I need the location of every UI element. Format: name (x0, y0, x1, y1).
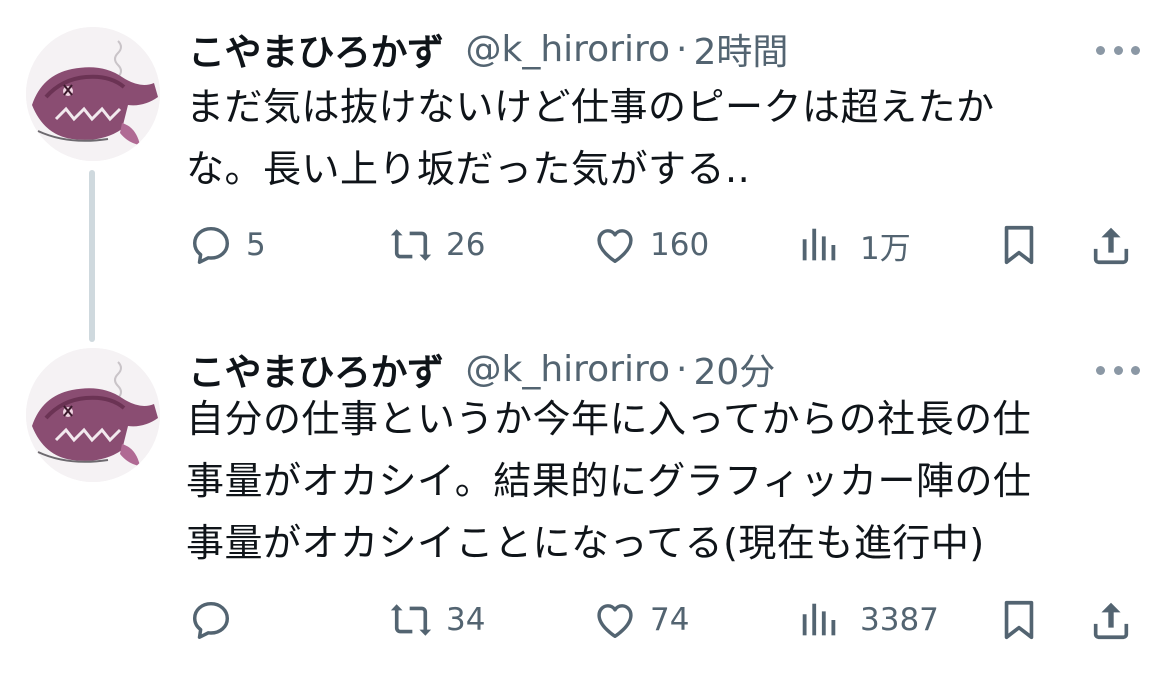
tweet-header: こやまひろかず @k_hiroriro · 20分 (188, 344, 775, 395)
avatar[interactable] (26, 348, 160, 482)
avatar-image (26, 348, 160, 482)
retweet-count: 26 (446, 227, 486, 263)
heart-icon (592, 597, 638, 643)
share-icon (1088, 222, 1134, 268)
views-chart-icon (796, 597, 842, 643)
heart-icon (592, 222, 638, 268)
user-handle[interactable]: @k_hiroriro (466, 349, 671, 390)
tweet-text: まだ気は抜けないけど仕事のピークは超えたか な。長い上り坂だった気がする.. (186, 85, 995, 191)
more-dots-icon[interactable] (1096, 360, 1140, 380)
reply-count: 5 (246, 227, 266, 263)
views-count: 3387 (860, 602, 939, 638)
retweet-count: 34 (446, 602, 486, 638)
separator-dot: · (676, 348, 688, 390)
display-name[interactable]: こやまひろかず (188, 22, 444, 76)
share-button[interactable] (1088, 215, 1134, 275)
retweet-icon (388, 222, 434, 268)
views-button[interactable]: 1万 (796, 215, 911, 275)
retweet-button[interactable]: 26 (388, 215, 485, 275)
views-chart-icon (796, 222, 842, 268)
reply-button[interactable] (188, 590, 246, 650)
retweet-button[interactable]: 34 (388, 590, 485, 650)
more-dots-icon[interactable] (1096, 40, 1140, 60)
bookmark-icon (996, 597, 1042, 643)
bookmark-icon (996, 222, 1042, 268)
tweet-header: こやまひろかず @k_hiroriro · 2時間 (188, 22, 789, 76)
avatar-image (26, 27, 160, 161)
tweet-actions: 5 26 160 1万 (0, 215, 1170, 275)
views-button[interactable]: 3387 (796, 590, 939, 650)
share-icon (1088, 597, 1134, 643)
like-button[interactable]: 74 (592, 590, 689, 650)
bookmark-button[interactable] (996, 215, 1042, 275)
like-count: 74 (650, 602, 690, 638)
avatar[interactable] (26, 27, 160, 161)
tweet-actions: 34 74 3387 (0, 590, 1170, 650)
tweet-text: 自分の仕事というか今年に入ってからの社長の仕 事量がオカシイ。結果的にグラフィッ… (186, 397, 1032, 565)
tweet[interactable]: こやまひろかず @k_hiroriro · 2時間 まだ気は抜けないけど仕事のピ… (0, 0, 1170, 320)
retweet-icon (388, 597, 434, 643)
user-handle[interactable]: @k_hiroriro (466, 29, 671, 70)
reply-button[interactable]: 5 (188, 215, 266, 275)
separator-dot: · (676, 28, 688, 70)
reply-icon (188, 222, 234, 268)
tweet[interactable]: こやまひろかず @k_hiroriro · 20分 自分の仕事というか今年に入っ… (0, 320, 1170, 683)
like-button[interactable]: 160 (592, 215, 709, 275)
reply-icon (188, 597, 234, 643)
share-button[interactable] (1088, 590, 1134, 650)
bookmark-button[interactable] (996, 590, 1042, 650)
like-count: 160 (650, 227, 710, 263)
timestamp[interactable]: 2時間 (694, 23, 789, 75)
views-count: 1万 (860, 230, 911, 267)
